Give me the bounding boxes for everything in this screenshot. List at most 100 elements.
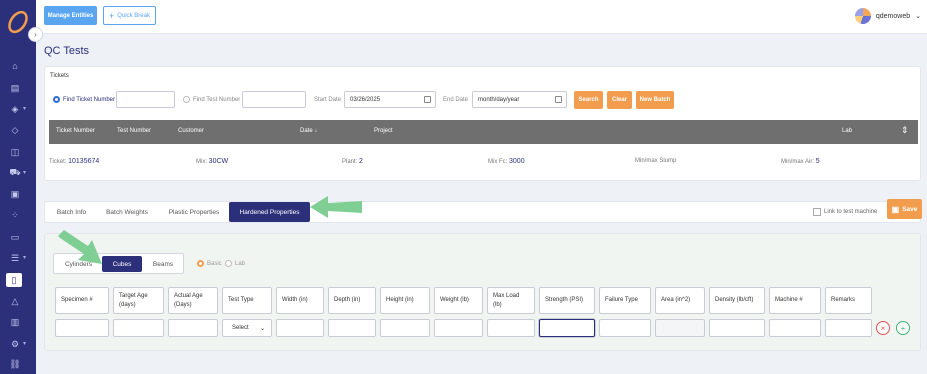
mode-lab-label: Lab: [235, 260, 246, 267]
type-cubes-button[interactable]: Cubes: [102, 256, 142, 272]
search-button[interactable]: Search: [574, 91, 603, 109]
weight-input[interactable]: [434, 319, 483, 337]
link-to-machine-checkbox[interactable]: Link to test machine: [813, 208, 877, 216]
network-icon[interactable]: ⁘: [8, 209, 22, 221]
chevron-down-icon: ⌄: [915, 13, 921, 20]
save-button[interactable]: ▣ Save: [887, 199, 922, 219]
chart-icon[interactable]: ▥: [8, 316, 22, 328]
column-date[interactable]: Date ↓: [300, 128, 317, 134]
target-age-input[interactable]: [113, 319, 164, 337]
strength-input[interactable]: [539, 319, 595, 337]
radio-selected: [197, 260, 204, 267]
alert-icon[interactable]: △: [8, 295, 22, 307]
tickets-card: Tickets Find Ticket Number Find Test Num…: [44, 66, 921, 181]
box-icon[interactable]: ▣: [8, 188, 22, 200]
depth-input[interactable]: [328, 319, 376, 337]
remove-row-button[interactable]: ×: [876, 321, 890, 335]
radio-unselected: [225, 260, 232, 267]
start-date-value: 03/26/2025: [350, 96, 381, 103]
layers-icon[interactable]: ◈: [8, 103, 22, 115]
truck-icon[interactable]: ⛟: [8, 167, 22, 179]
tickets-label: Tickets: [50, 73, 69, 79]
home-icon[interactable]: ⌂: [8, 60, 22, 72]
tab-batch-weights[interactable]: Batch Weights: [100, 202, 154, 222]
column-project[interactable]: Project: [374, 128, 393, 134]
mode-basic-radio[interactable]: Basic: [197, 260, 222, 267]
width-input[interactable]: [276, 319, 324, 337]
calendar-icon[interactable]: [424, 96, 431, 103]
header-target-age: Target Age (days): [113, 287, 164, 314]
add-row-button[interactable]: +: [896, 321, 910, 335]
link-to-machine-label: Link to test machine: [824, 209, 878, 215]
mix-cell-value: 30CW: [208, 158, 229, 165]
mix-fc-cell-value: 3000: [509, 158, 525, 165]
density-input[interactable]: [709, 319, 765, 337]
checkbox: [813, 208, 821, 216]
remarks-input[interactable]: [825, 319, 872, 337]
calendar-icon[interactable]: [555, 96, 562, 103]
plant-cell-value: 2: [359, 158, 363, 165]
cube-icon[interactable]: ◇: [8, 124, 22, 136]
tab-hardened-properties[interactable]: Hardened Properties: [229, 202, 310, 222]
clipboard-icon[interactable]: ▯: [6, 273, 22, 287]
settings-icon[interactable]: ⚙: [8, 338, 22, 350]
column-lab[interactable]: Lab: [842, 128, 852, 134]
username: qdemoweb: [875, 12, 911, 20]
mode-lab-radio[interactable]: Lab: [225, 260, 245, 267]
link-icon[interactable]: ⛓: [8, 358, 22, 370]
user-menu[interactable]: qdemoweb ⌄: [854, 6, 921, 26]
specimen-input[interactable]: [55, 319, 109, 337]
new-batch-button[interactable]: New Batch: [636, 91, 674, 109]
column-customer[interactable]: Customer: [178, 128, 204, 134]
collapse-sidebar-button[interactable]: ›: [28, 27, 43, 42]
column-test-number[interactable]: Test Number: [117, 128, 151, 134]
plant-cell-label: Plant:: [342, 159, 358, 165]
slump-cell-label: Min/max Slump: [635, 158, 677, 164]
tab-plastic-properties[interactable]: Plastic Properties: [161, 202, 227, 222]
end-date-placeholder: month/day/year: [478, 96, 520, 103]
mix-fc-cell-label: Mix Fc:: [488, 159, 508, 165]
max-load-input[interactable]: [487, 319, 535, 337]
type-beams-button[interactable]: Beams: [146, 256, 180, 272]
ticket-number-input[interactable]: [116, 91, 175, 108]
ticket-cell-label: Ticket:: [49, 159, 67, 165]
mix-cell-label: Mix:: [196, 159, 207, 165]
height-input[interactable]: [380, 319, 430, 337]
header-remarks: Remarks: [825, 287, 872, 314]
sidebar: ⌂ ▤ ◈ ▾ ◇ ◫ ⛟ ▾ ▣ ⁘ ▭ ☰ ▾ ▯ △ ▥ ⚙ ▾ ⛓: [0, 0, 36, 374]
column-settings-icon[interactable]: ⇕: [901, 125, 909, 136]
header-width: Width (in): [276, 287, 324, 314]
save-icon: ▣: [891, 204, 900, 214]
test-type-select[interactable]: Select ⌄: [222, 319, 272, 337]
manage-entities-button[interactable]: Manage Entities: [44, 6, 97, 25]
clear-button[interactable]: Clear: [607, 91, 632, 109]
air-cell-value: 5: [815, 158, 820, 165]
list-icon[interactable]: ☰: [8, 252, 22, 264]
chevron-down-icon: ⌄: [259, 325, 265, 332]
tab-batch-info[interactable]: Batch Info: [49, 202, 94, 222]
find-ticket-radio[interactable]: Find Ticket Number: [53, 96, 115, 103]
header-height: Height (in): [380, 287, 430, 314]
quick-break-button[interactable]: + Quick Break: [103, 6, 156, 25]
ticket-cell[interactable]: Ticket: 10135674: [49, 158, 99, 165]
report-icon[interactable]: ◫: [8, 146, 22, 158]
folder-icon[interactable]: ▭: [8, 231, 22, 243]
area-input: [655, 319, 705, 337]
header-actual-age: Actual Age (Days): [168, 287, 218, 314]
machine-input[interactable]: [769, 319, 821, 337]
test-number-input[interactable]: [242, 91, 306, 108]
header-strength: Strength (PSI): [539, 287, 595, 314]
actual-age-input[interactable]: [168, 319, 218, 337]
plant-cell: Plant: 2: [342, 158, 363, 165]
end-date-input[interactable]: month/day/year: [472, 91, 567, 108]
column-ticket-number[interactable]: Ticket Number: [56, 128, 95, 134]
header-failure-type: Failure Type: [599, 287, 651, 314]
failure-type-input[interactable]: [599, 319, 651, 337]
highlight-arrow-icon: [310, 196, 362, 218]
find-test-radio[interactable]: Find Test Number: [183, 96, 240, 103]
document-icon[interactable]: ▤: [8, 82, 22, 94]
radio-selected: [53, 96, 60, 103]
find-test-label: Find Test Number: [193, 96, 241, 103]
top-bar: Manage Entities + Quick Break qdemoweb ⌄: [36, 0, 927, 34]
start-date-input[interactable]: 03/26/2025: [344, 91, 436, 108]
